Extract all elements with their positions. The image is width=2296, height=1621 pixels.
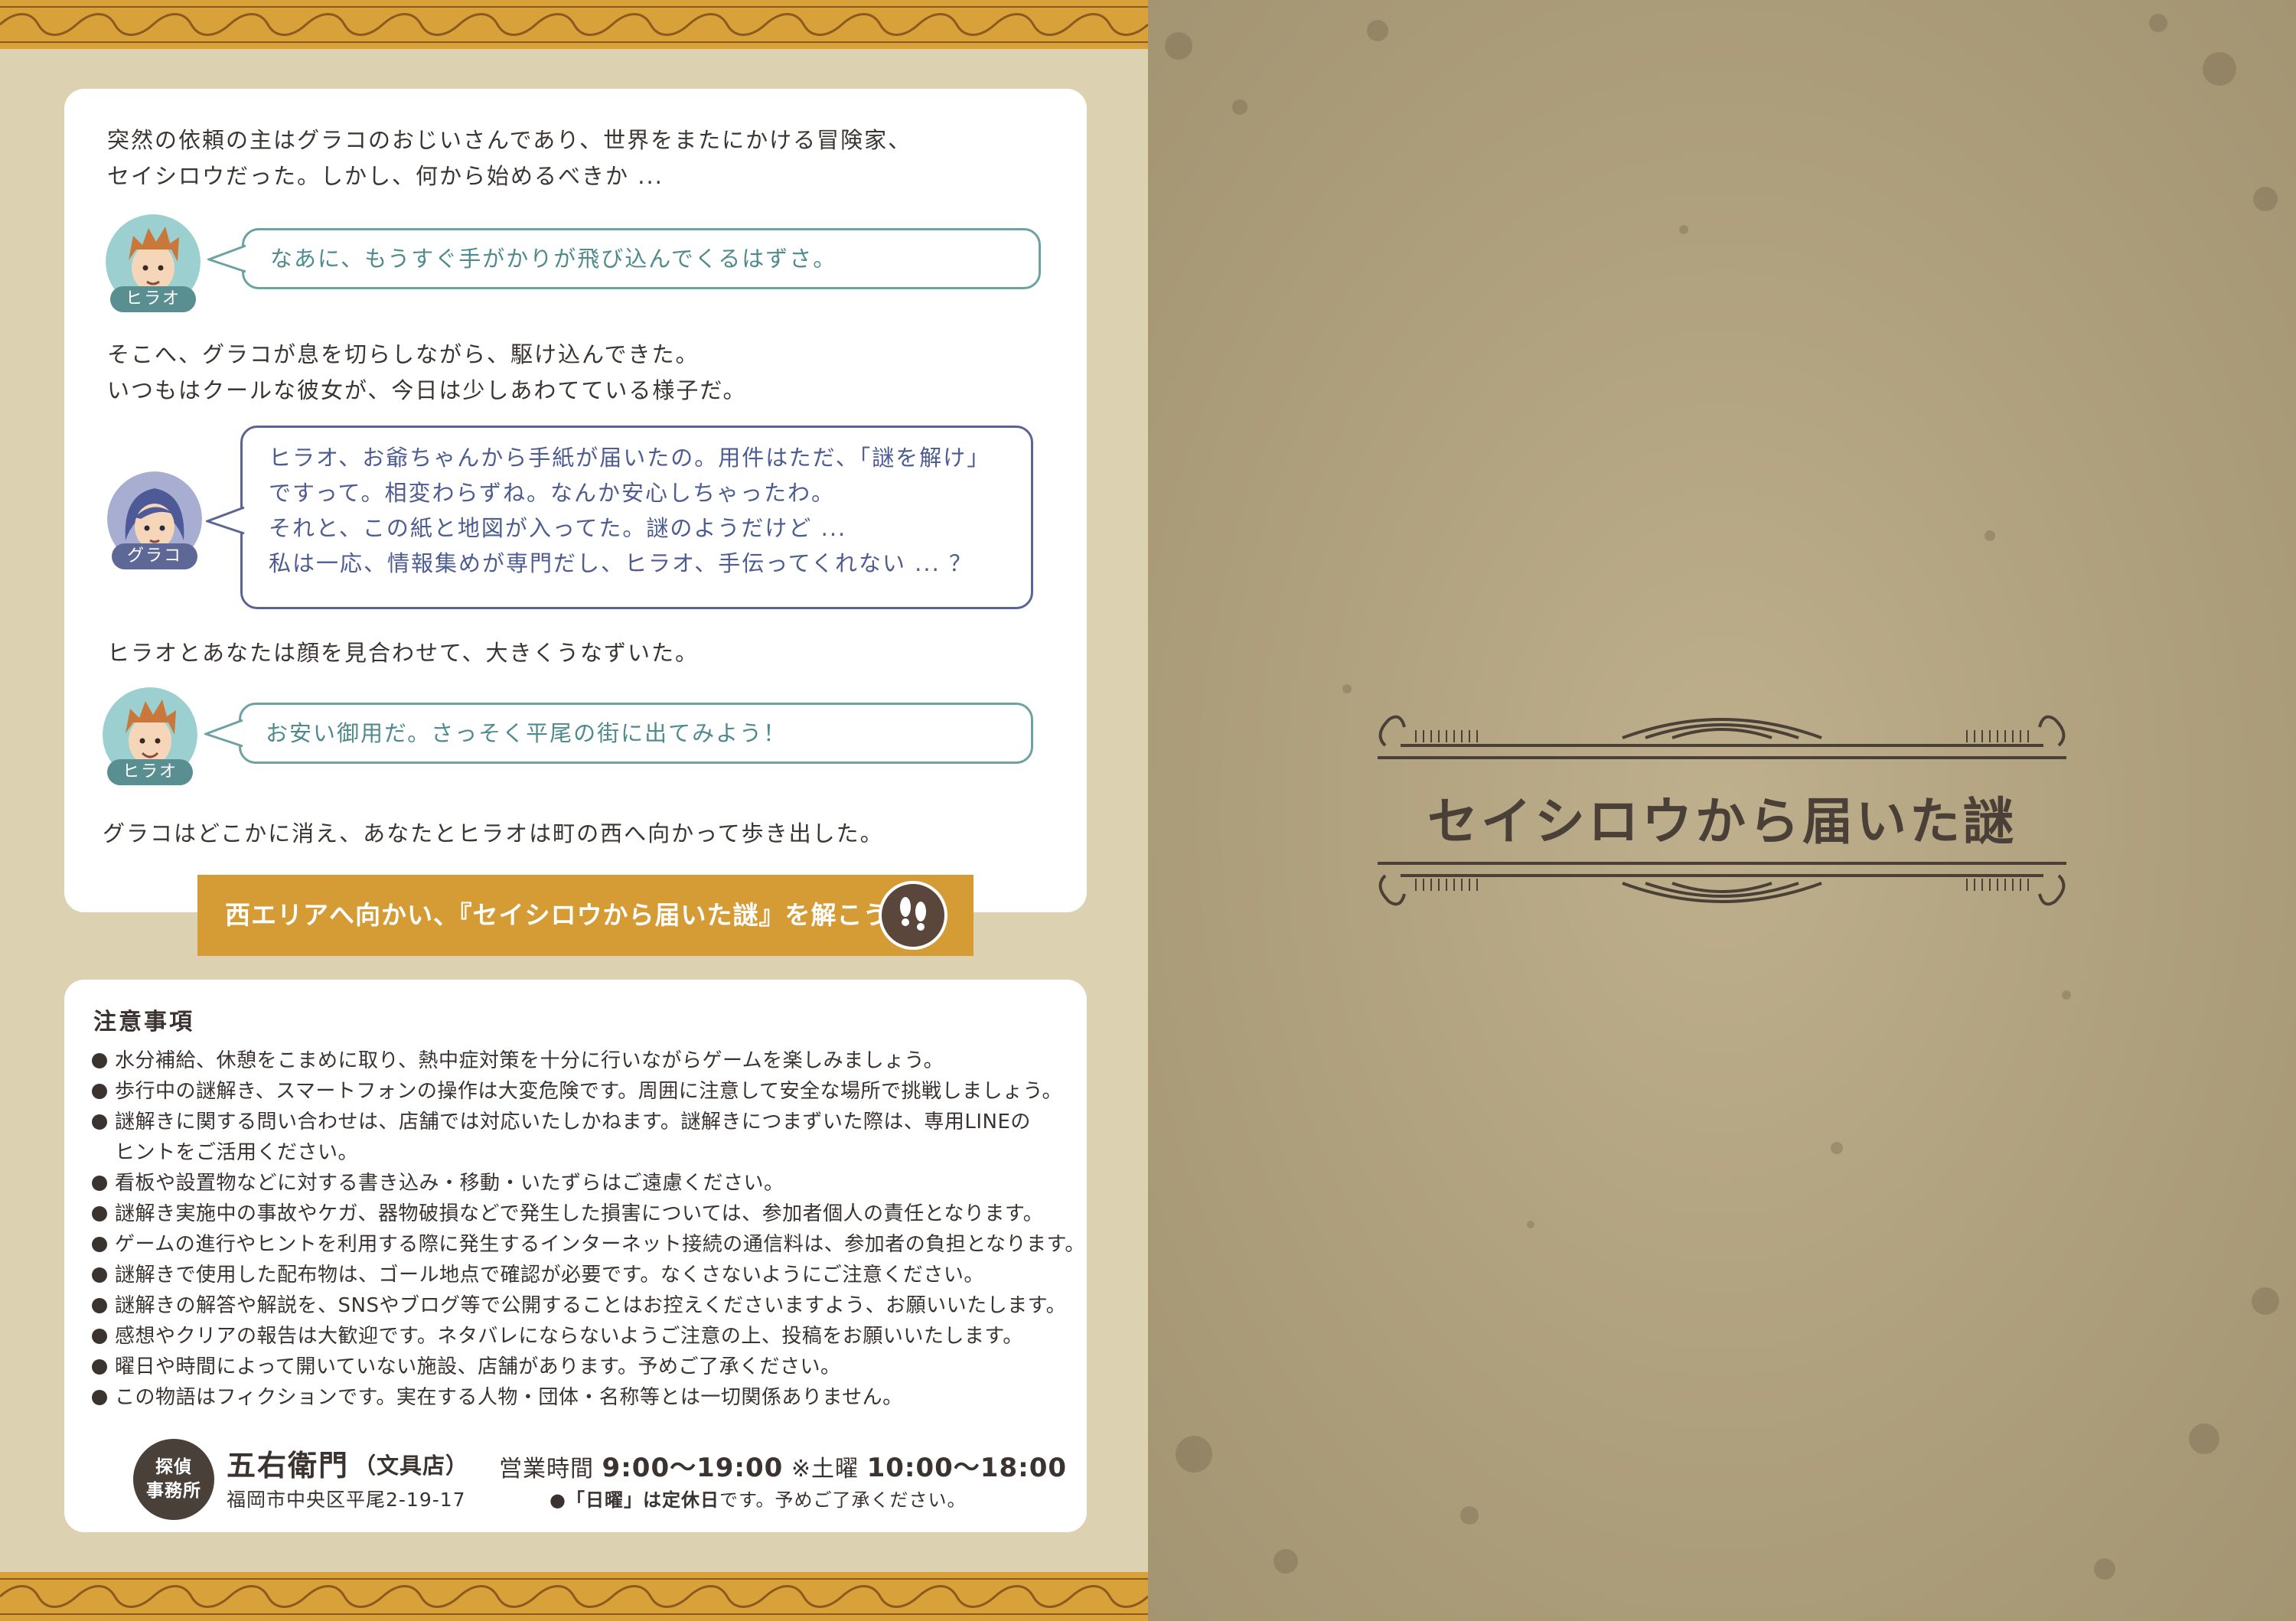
bullet-icon: [92, 1329, 107, 1344]
note-item: 曜日や時間によって開いていない施設、店舗があります。予めご了承ください。: [92, 1352, 841, 1382]
bullet-icon: [92, 1267, 107, 1283]
note-item: 歩行中の謎解き、スマートフォンの操作は大変危険です。周囲に注意して安全な場所で挑…: [92, 1076, 1062, 1107]
narration-intro-line-2: セイシロウだった。しかし、何から始めるべきか ...: [107, 163, 664, 189]
narration-intro-line-1: 突然の依頼の主はグラコのおじいさんであり、世界をまたにかける冒険家、: [107, 127, 912, 153]
detective-office-badge: 探偵 事務所: [133, 1439, 214, 1520]
footprints-icon: [879, 881, 947, 950]
bullet-icon: [92, 1298, 107, 1313]
note-item-continuation: ヒントをご活用ください。: [115, 1141, 359, 1164]
notes-title: 注意事項: [93, 1009, 194, 1036]
decorative-border-top: [0, 0, 1148, 49]
bullet-icon: [92, 1114, 107, 1130]
bullet-icon: [92, 1359, 107, 1375]
shop-name: 五右衛門: [227, 1449, 350, 1482]
speech-text-line-4: 私は一応、情報集めが専門だし、ヒラオ、手伝ってくれない ... ？: [269, 550, 974, 576]
speech-text-line-3: それと、この紙と地図が入ってた。謎のようだけど ...: [269, 515, 847, 541]
note-text: 曜日や時間によって開いていない施設、店舗があります。予めご了承ください。: [115, 1355, 841, 1378]
note-item: この物語はフィクションです。実在する人物・団体・名称等とは一切関係ありません。: [92, 1382, 903, 1413]
decorative-border-bottom: [0, 1572, 1148, 1621]
note-text: 謎解きに関する問い合わせは、店舗では対応いたしかねます。謎解きにつまずいた際は、…: [115, 1111, 1031, 1133]
holiday-suffix: です。予めご了承ください。: [719, 1489, 967, 1511]
note-text: 謎解きで使用した配布物は、ゴール地点で確認が必要です。なくさないようにご注意くだ…: [115, 1264, 984, 1287]
cover-title: セイシロウから届いた謎: [1427, 792, 2017, 851]
note-text: 謎解き実施中の事故やケガ、器物破損などで発生した損害については、参加者個人の責任…: [115, 1202, 1044, 1225]
badge-line-2: 事務所: [146, 1481, 201, 1501]
hours-value: 9:00〜19:00: [602, 1453, 784, 1483]
note-text: 歩行中の謎解き、スマートフォンの操作は大変危険です。周囲に注意して安全な場所で挑…: [115, 1080, 1062, 1103]
note-item: ゲームの進行やヒントを利用する際に発生するインターネット接続の通信料は、参加者の…: [92, 1229, 1085, 1260]
note-text: 水分補給、休憩をこまめに取り、熱中症対策を十分に行いながらゲームを楽しみましょう…: [115, 1049, 944, 1072]
speech-bubble-hirao-2: お安い御用だ。さっそく平尾の街に出てみよう！: [204, 703, 1033, 764]
bullet-icon: [92, 1084, 107, 1099]
speaker-label: ヒラオ: [107, 759, 193, 785]
narration-4: グラコはどこかに消え、あなたとヒラオは町の西へ向かって歩き出した。: [103, 820, 884, 846]
note-item: 謎解き実施中の事故やケガ、器物破損などで発生した損害については、参加者個人の責任…: [92, 1199, 1043, 1229]
note-text: ゲームの進行やヒントを利用する際に発生するインターネット接続の通信料は、参加者の…: [115, 1233, 1085, 1256]
hours-label: 営業時間: [499, 1456, 594, 1482]
note-item: 水分補給、休憩をこまめに取り、熱中症対策を十分に行いながらゲームを楽しみましょう…: [92, 1045, 944, 1076]
narration-2-line-1: そこへ、グラコが息を切らしながら、駆け込んできた。: [107, 341, 700, 367]
right-page-cover: セイシロウから届いた謎: [1148, 0, 2296, 1621]
ornament-bottom-icon: [1378, 862, 2066, 906]
bullet-icon: [92, 1237, 107, 1252]
business-hours: 営業時間 9:00〜19:00 ※土曜 10:00〜18:00: [499, 1447, 1067, 1484]
ornament-top-icon: [1378, 715, 2066, 759]
bullet-icon: [92, 1206, 107, 1221]
bullet-icon: [92, 1053, 107, 1068]
note-text: 謎解きの解答や解説を、SNSやブログ等で公開することはお控えくださいますよう、お…: [115, 1294, 1067, 1317]
note-item: 謎解きで使用した配布物は、ゴール地点で確認が必要です。なくさないようにご注意くだ…: [92, 1260, 984, 1290]
speech-text-line-1: ヒラオ、お爺ちゃんから手紙が届いたの。用件はただ、「謎を解け」: [269, 445, 991, 471]
speech-bubble-hirao-1: なあに、もうすぐ手がかりが飛び込んでくるはずさ。: [207, 228, 1041, 289]
hirao-avatar: ヒラオ: [106, 214, 201, 312]
note-item: 感想やクリアの報告は大歓迎です。ネタバレにならないようご注意の上、投稿をお願いい…: [92, 1321, 1023, 1352]
holiday-prefix: ●「日曜」は定休日: [550, 1489, 719, 1511]
cta-banner: 西エリアへ向かい、『セイシロウから届いた謎』を解こう！: [197, 875, 974, 956]
speech-bubble-glaco: ヒラオ、お爺ちゃんから手紙が届いたの。用件はただ、「謎を解け」 ですって。相変わ…: [206, 426, 1033, 609]
speech-text-line-2: ですって。相変わらずね。なんか安心しちゃったわ。: [269, 480, 835, 506]
note-item: 謎解きの解答や解説を、SNSやブログ等で公開することはお控えくださいますよう、お…: [92, 1290, 1066, 1321]
note-text: 感想やクリアの報告は大歓迎です。ネタバレにならないようご注意の上、投稿をお願いい…: [115, 1325, 1023, 1348]
bullet-icon: [92, 1176, 107, 1191]
narration-3: ヒラオとあなたは顔を見合わせて、大きくうなずいた。: [107, 640, 699, 666]
note-text: 看板や設置物などに対する書き込み・移動・いたずらはご遠慮ください。: [115, 1172, 784, 1195]
speaker-label: ヒラオ: [110, 286, 196, 312]
bullet-icon: [92, 1390, 107, 1405]
speaker-label: グラコ: [112, 543, 197, 569]
hirao-avatar: ヒラオ: [103, 687, 197, 785]
speech-text: なあに、もうすぐ手がかりが飛び込んでくるはずさ。: [270, 246, 837, 272]
saturday-hours: 10:00〜18:00: [866, 1453, 1068, 1483]
holiday-notice: ●「日曜」は定休日です。予めご了承ください。: [550, 1485, 967, 1512]
shop-type: （文具店）: [354, 1453, 469, 1479]
narration-2-line-2: いつもはクールな彼女が、今日は少しあわてている様子だ。: [107, 377, 747, 403]
speech-text: お安い御用だ。さっそく平尾の街に出てみよう！: [266, 720, 788, 746]
note-item: 謎解きに関する問い合わせは、店舗では対応いたしかねます。謎解きにつまずいた際は、…: [92, 1107, 1031, 1137]
left-page: 突然の依頼の主はグラコのおじいさんであり、世界をまたにかける冒険家、 セイシロウ…: [0, 0, 1148, 1621]
saturday-label: ※土曜: [791, 1456, 859, 1482]
glaco-avatar: グラコ: [107, 471, 202, 569]
note-text: この物語はフィクションです。実在する人物・団体・名称等とは一切関係ありません。: [115, 1386, 903, 1409]
note-item: 看板や設置物などに対する書き込み・移動・いたずらはご遠慮ください。: [92, 1168, 784, 1199]
badge-line-1: 探偵: [155, 1457, 192, 1477]
shop-address: 福岡市中央区平尾2-19-17: [227, 1489, 466, 1511]
